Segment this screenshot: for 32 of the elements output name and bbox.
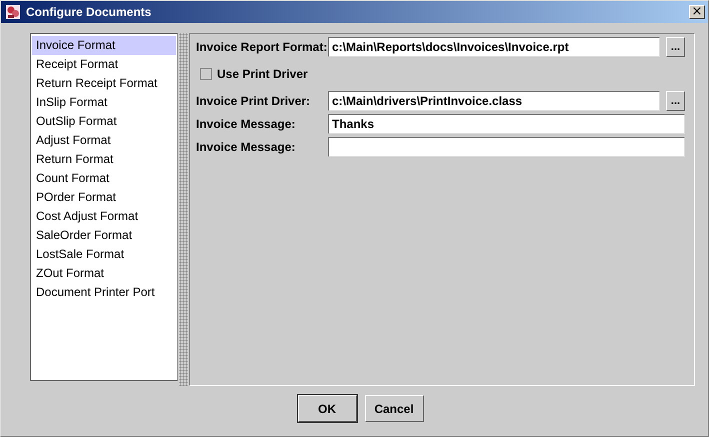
window-title: Configure Documents [26,5,152,19]
checkbox[interactable] [200,68,212,80]
list-item[interactable]: Receipt Format [32,55,176,74]
close-button[interactable]: × [689,5,705,19]
list-item[interactable]: Adjust Format [32,131,176,150]
list-item[interactable]: Document Printer Port [32,283,176,302]
text-field[interactable]: c:\Main\drivers\PrintInvoice.class [328,91,660,111]
text-field[interactable] [328,137,685,157]
field-label: Invoice Report Format: [196,40,328,54]
splitter-handle[interactable] [179,33,188,386]
app-icon [5,4,21,20]
list-item[interactable]: ZOut Format [32,264,176,283]
list-item[interactable]: OutSlip Format [32,112,176,131]
list-item[interactable]: InSlip Format [32,93,176,112]
list-item[interactable]: Count Format [32,169,176,188]
field-label: Invoice Message: [196,140,296,154]
list-item[interactable]: Return Format [32,150,176,169]
dialog-button[interactable]: OK [298,395,356,422]
dialog-button[interactable]: Cancel [364,395,424,422]
browse-button[interactable]: ... [666,37,685,57]
browse-button[interactable]: ... [666,91,685,111]
checkbox-label: Use Print Driver [217,67,308,81]
text-field[interactable]: Thanks [328,114,685,134]
list-item[interactable]: POrder Format [32,188,176,207]
list-item[interactable]: LostSale Format [32,245,176,264]
text-field[interactable]: c:\Main\Reports\docs\Invoices\Invoice.rpt [328,37,660,57]
list-item[interactable]: Invoice Format [32,36,176,55]
list-item[interactable]: Cost Adjust Format [32,207,176,226]
field-label: Invoice Print Driver: [196,94,312,108]
list-item[interactable]: SaleOrder Format [32,226,176,245]
field-label: Invoice Message: [196,117,296,131]
list-item[interactable]: Return Receipt Format [32,74,176,93]
